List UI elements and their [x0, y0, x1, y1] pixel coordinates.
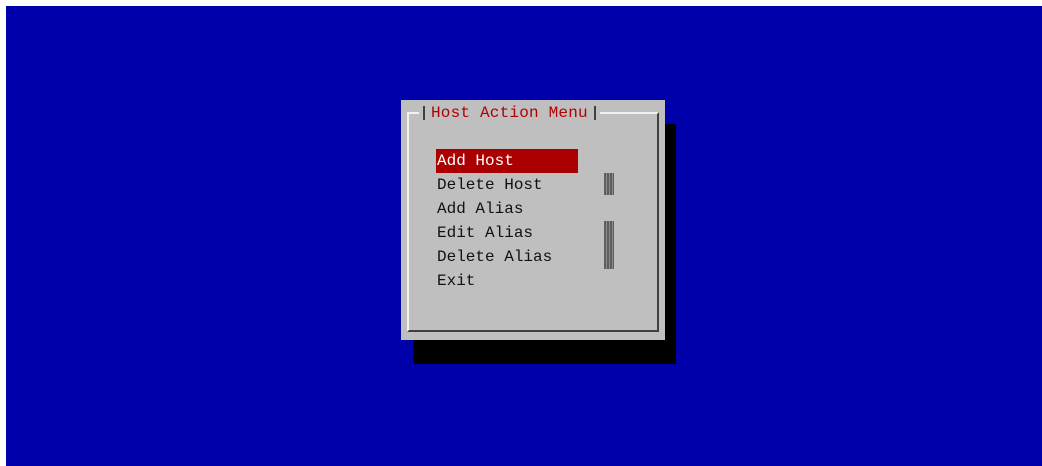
- action-menu: Add Host Delete Host Add Alias Edit Alia…: [436, 149, 578, 293]
- menu-item-add-host[interactable]: Add Host: [436, 149, 578, 173]
- title-left-tick: [423, 106, 425, 120]
- host-action-dialog: Host Action Menu Add Host Delete Host Ad…: [401, 100, 665, 340]
- dialog-title-bar: Host Action Menu: [419, 100, 600, 126]
- scroll-thumb[interactable]: [604, 221, 614, 269]
- title-right-tick: [593, 106, 596, 120]
- menu-item-delete-alias[interactable]: Delete Alias: [436, 245, 578, 269]
- menu-item-edit-alias[interactable]: Edit Alias: [436, 221, 578, 245]
- dialog-title: Host Action Menu: [431, 104, 588, 122]
- scroll-marker-icon: [604, 173, 614, 195]
- menu-item-exit[interactable]: Exit: [436, 269, 578, 293]
- menu-item-delete-host[interactable]: Delete Host: [436, 173, 578, 197]
- scrollbar[interactable]: [604, 173, 616, 269]
- menu-item-add-alias[interactable]: Add Alias: [436, 197, 578, 221]
